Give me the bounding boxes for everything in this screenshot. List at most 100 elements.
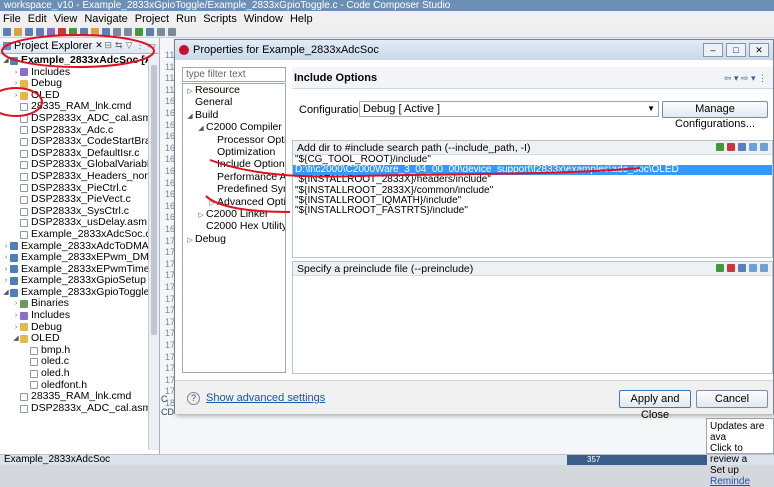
manage-configurations-button[interactable]: Manage Configurations...: [662, 101, 768, 130]
toolbar-button-icon[interactable]: [36, 27, 44, 36]
edit-icon[interactable]: [738, 143, 746, 151]
tree-item[interactable]: DSP2833x_Headers_nonBIOS: [0, 171, 148, 183]
tree-item[interactable]: ◢ Example_2833xAdcSoc [Active: [0, 55, 148, 67]
nav-item[interactable]: ◢ C2000 Compiler: [183, 121, 285, 133]
expand-arrow-icon[interactable]: ◢: [2, 55, 10, 67]
nav-item[interactable]: Include Options: [183, 158, 285, 171]
expand-arrow-icon[interactable]: ◢: [12, 333, 20, 345]
tree-item[interactable]: › Includes: [0, 67, 148, 79]
tree-item[interactable]: DSP2833x_DefaultIsr.c: [0, 148, 148, 160]
tree-item[interactable]: DSP2833x_ADC_cal.asm: [0, 403, 148, 415]
toolbar-button-icon[interactable]: [113, 27, 121, 36]
nav-item[interactable]: Predefined Sym: [183, 183, 285, 195]
menu-item-navigate[interactable]: Navigate: [84, 13, 127, 25]
nav-arrow-icon[interactable]: ◢: [196, 123, 206, 133]
menu-item-view[interactable]: View: [54, 13, 78, 25]
collapse-arrow-icon[interactable]: ›: [12, 322, 20, 334]
include-path-item[interactable]: "${INSTALLROOT_2833X}/headers/include": [293, 175, 772, 185]
tree-item[interactable]: DSP2833x_PieVect.c: [0, 194, 148, 206]
collapse-all-icon[interactable]: ⊟: [104, 40, 112, 51]
tree-item[interactable]: › Binaries: [0, 298, 148, 310]
show-advanced-settings-link[interactable]: Show advanced settings: [206, 392, 325, 404]
toolbar-button-icon[interactable]: [25, 27, 33, 36]
include-path-item[interactable]: "${INSTALLROOT_IQMATH}/include": [293, 196, 772, 206]
delete-icon[interactable]: [727, 143, 735, 151]
tree-item[interactable]: ◢ Example_2833xGpioToggle: [0, 287, 148, 299]
toolbar-button-icon[interactable]: [168, 27, 176, 36]
toolbar-button-icon[interactable]: [102, 27, 110, 36]
explorer-scrollbar[interactable]: [148, 55, 159, 450]
nav-item[interactable]: ▷ Resource: [183, 84, 285, 96]
filter-icon[interactable]: ▽: [126, 40, 133, 51]
console-tab[interactable]: C CD: [161, 394, 175, 424]
collapse-arrow-icon[interactable]: ›: [2, 264, 10, 276]
collapse-arrow-icon[interactable]: ›: [12, 298, 20, 310]
tree-item[interactable]: › Example_2833xEPwmTimerInt: [0, 264, 148, 276]
tree-item[interactable]: › Includes: [0, 310, 148, 322]
cancel-button[interactable]: Cancel: [696, 390, 768, 408]
toolbar-button-icon[interactable]: [146, 27, 154, 36]
nav-item[interactable]: General: [183, 96, 285, 108]
toolbar-button-icon[interactable]: [14, 27, 22, 36]
collapse-arrow-icon[interactable]: ›: [2, 241, 10, 253]
add-icon[interactable]: [716, 264, 724, 272]
toolbar-button-icon[interactable]: [157, 27, 165, 36]
help-icon[interactable]: ?: [187, 392, 200, 405]
toolbar-button-icon[interactable]: [135, 27, 143, 36]
nav-item[interactable]: ◢ Build: [183, 109, 285, 121]
nav-item[interactable]: C2000 Hex Utility: [183, 220, 285, 232]
collapse-arrow-icon[interactable]: ›: [12, 67, 20, 79]
move-up-icon[interactable]: [749, 264, 757, 272]
tree-item[interactable]: › OLED: [0, 90, 148, 102]
tree-item[interactable]: › Debug: [0, 78, 148, 90]
menu-item-edit[interactable]: Edit: [28, 13, 47, 25]
nav-arrow-icon[interactable]: ◢: [185, 111, 195, 121]
tree-item[interactable]: DSP2833x_ADC_cal.asm: [0, 113, 148, 125]
menu-item-help[interactable]: Help: [290, 13, 313, 25]
collapse-arrow-icon[interactable]: ›: [2, 275, 10, 287]
tree-item[interactable]: bmp.h: [0, 345, 148, 357]
tree-item[interactable]: › Example_2833xAdcToDMA: [0, 241, 148, 253]
tree-item[interactable]: DSP2833x_Adc.c: [0, 125, 148, 137]
close-icon[interactable]: ✕: [95, 40, 103, 51]
toolbar-button-icon[interactable]: [69, 27, 77, 36]
expand-arrow-icon[interactable]: ◢: [2, 287, 10, 299]
menu-item-file[interactable]: File: [3, 13, 21, 25]
close-icon[interactable]: ✕: [749, 43, 769, 57]
nav-arrow-icon[interactable]: ▷: [185, 86, 195, 96]
nav-arrows-icon[interactable]: ⇦ ▾ ⇨ ▾ ⋮: [724, 67, 767, 89]
tree-item[interactable]: DSP2833x_PieCtrl.c: [0, 183, 148, 195]
tree-item[interactable]: 28335_RAM_lnk.cmd: [0, 391, 148, 403]
link-editor-icon[interactable]: ⇆: [115, 40, 123, 51]
toolbar-button-icon[interactable]: [3, 27, 11, 36]
collapse-arrow-icon[interactable]: ›: [12, 78, 20, 90]
tree-item[interactable]: DSP2833x_GlobalVariableDe: [0, 159, 148, 171]
project-explorer-tab[interactable]: Project Explorer: [14, 40, 92, 52]
apply-and-close-button[interactable]: Apply and Close: [619, 390, 691, 421]
toolbar-button-icon[interactable]: [124, 27, 132, 36]
tree-item[interactable]: DSP2833x_usDelay.asm: [0, 217, 148, 229]
scrollbar-thumb[interactable]: [151, 65, 157, 335]
view-menu-icon[interactable]: ⋮: [135, 40, 144, 51]
toolbar-button-icon[interactable]: [91, 27, 99, 36]
tree-item[interactable]: oledfont.h: [0, 380, 148, 392]
toolbar-button-icon[interactable]: [58, 27, 66, 36]
menu-item-project[interactable]: Project: [135, 13, 169, 25]
nav-item[interactable]: Processor Optio: [183, 134, 285, 146]
tree-item[interactable]: Example_2833xAdcSoc.c: [0, 229, 148, 241]
collapse-arrow-icon[interactable]: ›: [2, 252, 10, 264]
menu-item-scripts[interactable]: Scripts: [203, 13, 237, 25]
tree-item[interactable]: › Example_2833xGpioSetup: [0, 275, 148, 287]
add-icon[interactable]: [716, 143, 724, 151]
nav-item[interactable]: ▷ Debug: [183, 233, 285, 245]
minimize-icon[interactable]: ▭: [147, 40, 156, 51]
collapse-arrow-icon[interactable]: ›: [12, 310, 20, 322]
menu-item-run[interactable]: Run: [176, 13, 196, 25]
filter-input[interactable]: type filter text: [182, 67, 286, 82]
tree-item[interactable]: oled.c: [0, 356, 148, 368]
nav-arrow-icon[interactable]: ▷: [196, 210, 206, 220]
move-down-icon[interactable]: [760, 264, 768, 272]
nav-item[interactable]: Performance Ad: [183, 171, 285, 183]
include-path-item[interactable]: "${INSTALLROOT_2833X}/common/include": [293, 186, 772, 196]
toolbar-button-icon[interactable]: [80, 27, 88, 36]
